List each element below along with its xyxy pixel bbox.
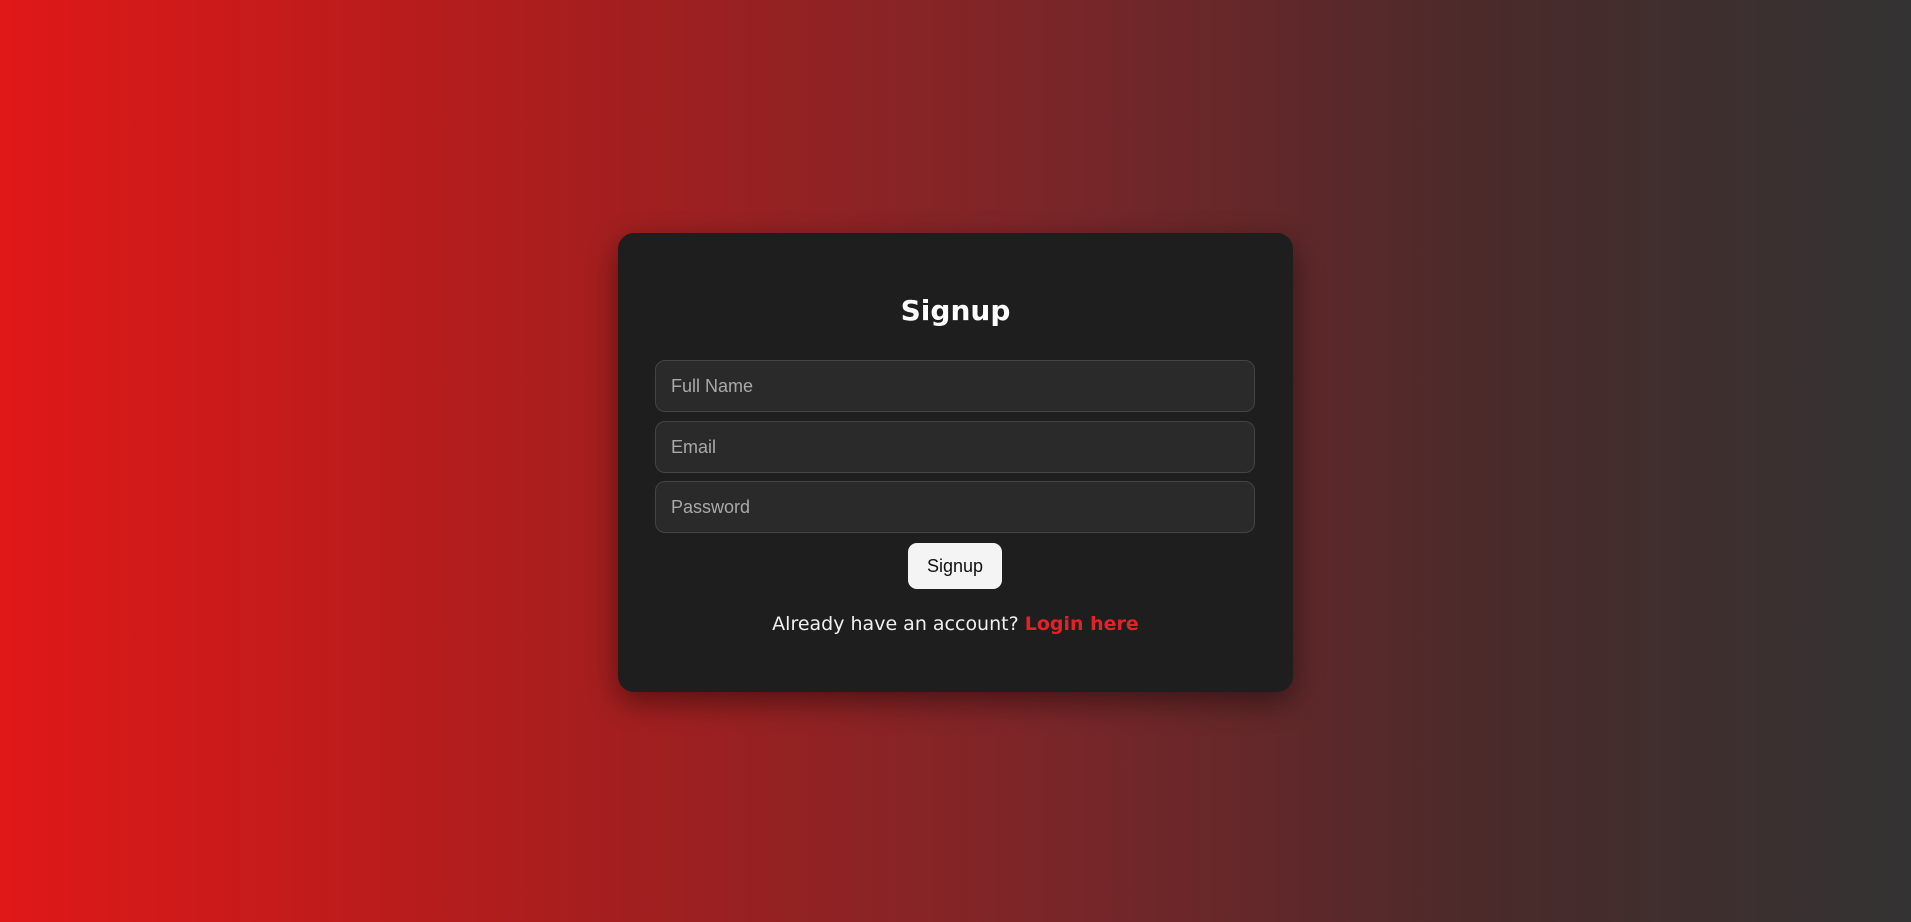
login-prompt-text: Already have an account? <box>772 613 1019 635</box>
password-field[interactable] <box>655 481 1255 533</box>
login-link[interactable]: Login here <box>1025 613 1139 635</box>
email-field[interactable] <box>655 421 1255 473</box>
page-title: Signup <box>900 294 1011 327</box>
signup-card: Signup Signup Already have an account? L… <box>618 233 1293 692</box>
full-name-field[interactable] <box>655 360 1255 412</box>
signup-button[interactable]: Signup <box>908 543 1002 589</box>
login-prompt: Already have an account? Login here <box>618 613 1293 636</box>
